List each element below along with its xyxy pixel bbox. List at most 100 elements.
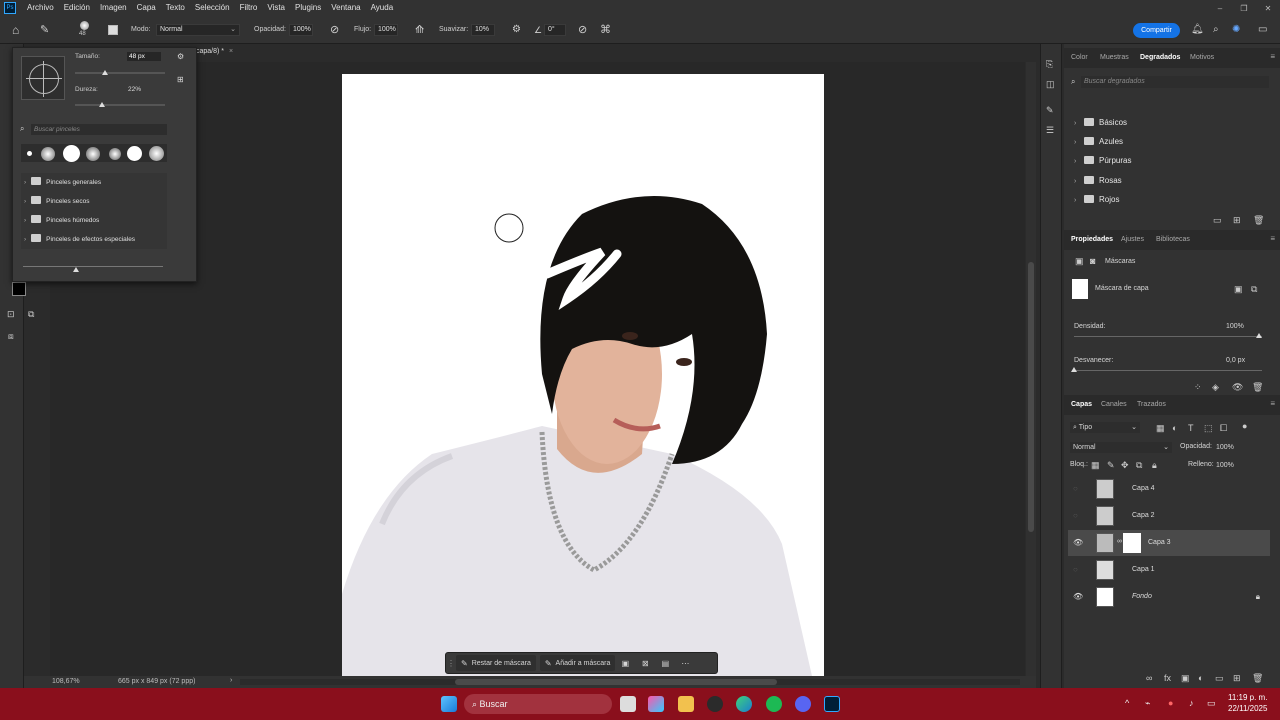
layer-row-selected[interactable]: 👁︎ ∞ Capa 3 xyxy=(1068,530,1270,556)
trash-icon[interactable]: 🗑︎ xyxy=(1252,381,1263,393)
mode-select[interactable]: Normal ⌄ xyxy=(156,24,240,36)
mask-invert-icon[interactable]: ▣ xyxy=(615,659,635,668)
pixel-mask-icon[interactable]: ▣ xyxy=(1075,255,1084,267)
filter-toggle-icon[interactable]: ● xyxy=(1242,420,1247,432)
menu-ayuda[interactable]: Ayuda xyxy=(366,0,399,16)
filter-type-icon[interactable]: T xyxy=(1188,422,1194,434)
volume-icon[interactable]: ♪ xyxy=(1189,698,1194,708)
new-group-icon[interactable]: ▭ xyxy=(1215,672,1224,684)
tab-paths[interactable]: Trazados xyxy=(1137,395,1166,415)
density-slider-thumb[interactable] xyxy=(1256,333,1262,338)
layer-row[interactable]: ○ Capa 1 xyxy=(1068,557,1270,583)
pressure-opacity-icon[interactable]: ⊘ xyxy=(330,16,339,44)
document-tab[interactable]: capa/8) * × xyxy=(196,46,244,58)
adjustment-layer-icon[interactable]: ◐ xyxy=(1198,672,1203,684)
flow-field[interactable]: 100% xyxy=(374,24,398,36)
thumbnail-size-thumb[interactable] xyxy=(73,267,79,272)
new-gradient-icon[interactable]: ⊞ xyxy=(1233,214,1241,226)
menu-texto[interactable]: Texto xyxy=(161,0,190,16)
xbox-icon[interactable] xyxy=(707,696,723,712)
lock-artboard-icon[interactable]: ⧉ xyxy=(1136,459,1142,471)
workspace-icon[interactable]: ▭ xyxy=(1258,16,1267,44)
blend-mode-select[interactable]: Normal ⌄ xyxy=(1070,442,1172,453)
lock-pixels-icon[interactable]: ✎ xyxy=(1107,459,1115,471)
menu-seleccion[interactable]: Selección xyxy=(190,0,235,16)
history-icon[interactable]: ⎘ xyxy=(1046,58,1053,70)
lock-transparency-icon[interactable]: ▦ xyxy=(1091,459,1100,471)
airbrush-icon[interactable]: ⟰ xyxy=(415,16,424,44)
layer-row[interactable]: ○ Capa 2 xyxy=(1068,503,1270,529)
mask-disable-icon[interactable]: ⊠ xyxy=(635,659,655,668)
gradient-search-input[interactable]: Buscar degradados xyxy=(1081,76,1269,88)
opacity-field[interactable]: 100% xyxy=(289,24,313,36)
filter-adjustment-icon[interactable]: ◐ xyxy=(1172,422,1177,434)
layer-opacity-field[interactable]: 100% xyxy=(1216,442,1246,453)
discover-icon[interactable]: ✺ xyxy=(1232,16,1240,44)
clock-date[interactable]: 22/11/2025 xyxy=(1228,704,1267,713)
lock-position-icon[interactable]: ✥ xyxy=(1121,459,1129,471)
vector-mask-icon[interactable]: ◙ xyxy=(1090,255,1095,267)
feather-slider-thumb[interactable] xyxy=(1071,367,1077,372)
menu-ventana[interactable]: Ventana xyxy=(326,0,365,16)
file-explorer-icon[interactable] xyxy=(678,696,694,712)
size-slider-thumb[interactable] xyxy=(101,70,108,75)
adjustments-icon[interactable]: ☰ xyxy=(1046,124,1054,136)
visibility-toggle[interactable]: ○ xyxy=(1073,484,1078,493)
scroll-thumb[interactable] xyxy=(1028,262,1034,532)
vector-add-icon[interactable]: ⧉ xyxy=(1251,283,1257,295)
foreground-color-swatch[interactable] xyxy=(12,282,26,296)
gear-icon[interactable]: ⚙ xyxy=(177,52,184,61)
hardness-value[interactable]: 22% xyxy=(128,86,141,93)
size-slider[interactable] xyxy=(75,72,165,74)
scroll-thumb[interactable] xyxy=(455,679,777,685)
fill-field[interactable]: 100% xyxy=(1216,460,1246,471)
share-button[interactable]: Compartir xyxy=(1133,23,1180,38)
gradient-group-basicos[interactable]: › Básicos xyxy=(1074,113,1127,132)
selection-from-mask-icon[interactable]: ⁘ xyxy=(1194,381,1202,393)
zoom-level[interactable]: 108,67% xyxy=(52,678,80,685)
edge-icon[interactable] xyxy=(736,696,752,712)
minimize-icon[interactable]: – xyxy=(1208,4,1232,13)
copilot-icon[interactable] xyxy=(648,696,664,712)
task-view-icon[interactable] xyxy=(620,696,636,712)
brush-folder-wet[interactable]: › Pinceles húmedos xyxy=(21,211,167,230)
brush-preset-3[interactable] xyxy=(63,145,80,162)
brush-preset-6[interactable] xyxy=(127,146,142,161)
taskbar-search[interactable]: ⌕ Buscar xyxy=(464,694,612,714)
document-canvas[interactable] xyxy=(342,74,824,676)
visibility-toggle[interactable]: ○ xyxy=(1073,511,1078,520)
photoshop-logo-icon[interactable]: Ps xyxy=(4,2,16,14)
photoshop-taskbar-icon[interactable] xyxy=(824,696,840,712)
gradient-group-azules[interactable]: › Azules xyxy=(1074,132,1123,151)
tab-properties[interactable]: Propiedades xyxy=(1071,230,1113,250)
gear-icon[interactable]: ⚙ xyxy=(512,16,521,44)
feather-value[interactable]: 0,0 px xyxy=(1226,357,1245,364)
microphone-icon[interactable]: ● xyxy=(1168,698,1173,708)
menu-capa[interactable]: Capa xyxy=(132,0,161,16)
filter-shape-icon[interactable]: ⬚ xyxy=(1204,422,1213,434)
menu-vista[interactable]: Vista xyxy=(262,0,290,16)
menu-imagen[interactable]: Imagen xyxy=(95,0,132,16)
feather-slider[interactable] xyxy=(1074,370,1262,371)
add-mask-icon[interactable]: ▣ xyxy=(1181,672,1190,684)
brush-tool-icon[interactable]: ✎ xyxy=(40,16,49,44)
status-arrow-icon[interactable]: › xyxy=(230,677,232,684)
visibility-toggle[interactable]: ○ xyxy=(1073,565,1078,574)
tab-swatches[interactable]: Muestras xyxy=(1100,48,1129,68)
tab-gradients[interactable]: Degradados xyxy=(1140,48,1180,68)
visibility-icon[interactable]: 👁︎ xyxy=(1232,381,1243,393)
add-to-mask-button[interactable]: ✎ Añadir a máscara xyxy=(539,655,616,671)
brush-preset-5[interactable] xyxy=(109,148,121,160)
brush-folder-dry[interactable]: › Pinceles secos xyxy=(21,192,167,211)
panel-menu-icon[interactable]: ≡ xyxy=(1270,399,1275,408)
search-icon[interactable]: ⌕ xyxy=(1213,16,1219,44)
gradient-group-purpuras[interactable]: › Púrpuras xyxy=(1074,151,1131,170)
layer-row[interactable]: 👁︎ Fondo 🔒︎ xyxy=(1068,584,1270,610)
tab-libraries[interactable]: Bibliotecas xyxy=(1156,230,1190,250)
mask-apply-icon[interactable]: ▤ xyxy=(655,659,675,668)
close-icon[interactable]: ✕ xyxy=(1256,4,1280,13)
size-field[interactable]: 48 px xyxy=(126,51,162,62)
brush-folder-general[interactable]: › Pinceles generales xyxy=(21,173,167,192)
more-options-icon[interactable]: ⋯ xyxy=(675,659,695,668)
screen-mode-icon[interactable]: ⧉ xyxy=(28,308,34,320)
